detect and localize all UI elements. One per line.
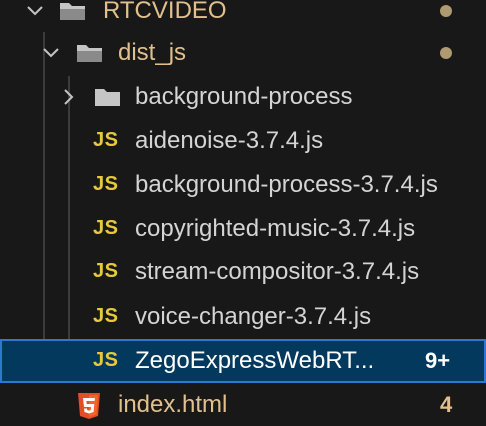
tree-item-label: index.html	[118, 391, 228, 418]
tree-item-copyrighted-music[interactable]: JS copyrighted-music-3.7.4.js	[0, 207, 486, 251]
tree-item-label: aidenoise-3.7.4.js	[135, 127, 324, 154]
chevron-right-icon	[64, 89, 74, 105]
chevron-down-icon	[27, 6, 43, 16]
modified-dot-icon	[440, 5, 452, 17]
tree-item-background-process[interactable]: background-process	[0, 75, 486, 119]
tree-item-stream-compositor[interactable]: JS stream-compositor-3.7.4.js	[0, 250, 486, 294]
tree-item-label: RTCVIDEO	[103, 0, 227, 24]
file-explorer-tree: RTCVIDEO dist_js background-process JS a…	[0, 0, 486, 426]
problems-count-badge: 9+	[425, 348, 451, 373]
html5-icon	[78, 393, 100, 419]
problems-count-badge: 4	[440, 392, 453, 417]
tree-item-label: stream-compositor-3.7.4.js	[135, 258, 420, 285]
chevron-down-icon	[43, 48, 59, 58]
javascript-file-icon: JS	[93, 260, 119, 282]
tree-item-dist-js[interactable]: dist_js	[0, 31, 486, 75]
javascript-file-icon: JS	[93, 173, 119, 195]
javascript-file-icon: JS	[93, 305, 119, 327]
tree-item-label: background-process	[135, 83, 353, 110]
modified-dot-icon	[440, 47, 452, 59]
folder-open-icon	[77, 45, 102, 62]
tree-item-label: copyrighted-music-3.7.4.js	[135, 215, 416, 242]
javascript-file-icon: JS	[93, 217, 119, 239]
tree-item-label: voice-changer-3.7.4.js	[135, 303, 372, 330]
tree-item-rtcvideo[interactable]: RTCVIDEO	[0, 0, 486, 33]
folder-open-icon	[60, 3, 85, 20]
javascript-file-icon: JS	[93, 129, 119, 151]
javascript-file-icon: JS	[93, 349, 119, 371]
tree-item-zego-express-web-rtc[interactable]: JS ZegoExpressWebRT... 9+	[0, 339, 486, 383]
tree-item-index-html[interactable]: index.html 4	[0, 383, 486, 426]
tree-item-label: background-process-3.7.4.js	[135, 171, 438, 198]
tree-item-background-process-js[interactable]: JS background-process-3.7.4.js	[0, 163, 486, 207]
tree-item-aidenoise[interactable]: JS aidenoise-3.7.4.js	[0, 119, 486, 163]
tree-item-label: dist_js	[118, 39, 187, 66]
folder-icon	[95, 89, 120, 106]
tree-item-label: ZegoExpressWebRT...	[135, 347, 375, 374]
tree-item-voice-changer[interactable]: JS voice-changer-3.7.4.js	[0, 295, 486, 339]
